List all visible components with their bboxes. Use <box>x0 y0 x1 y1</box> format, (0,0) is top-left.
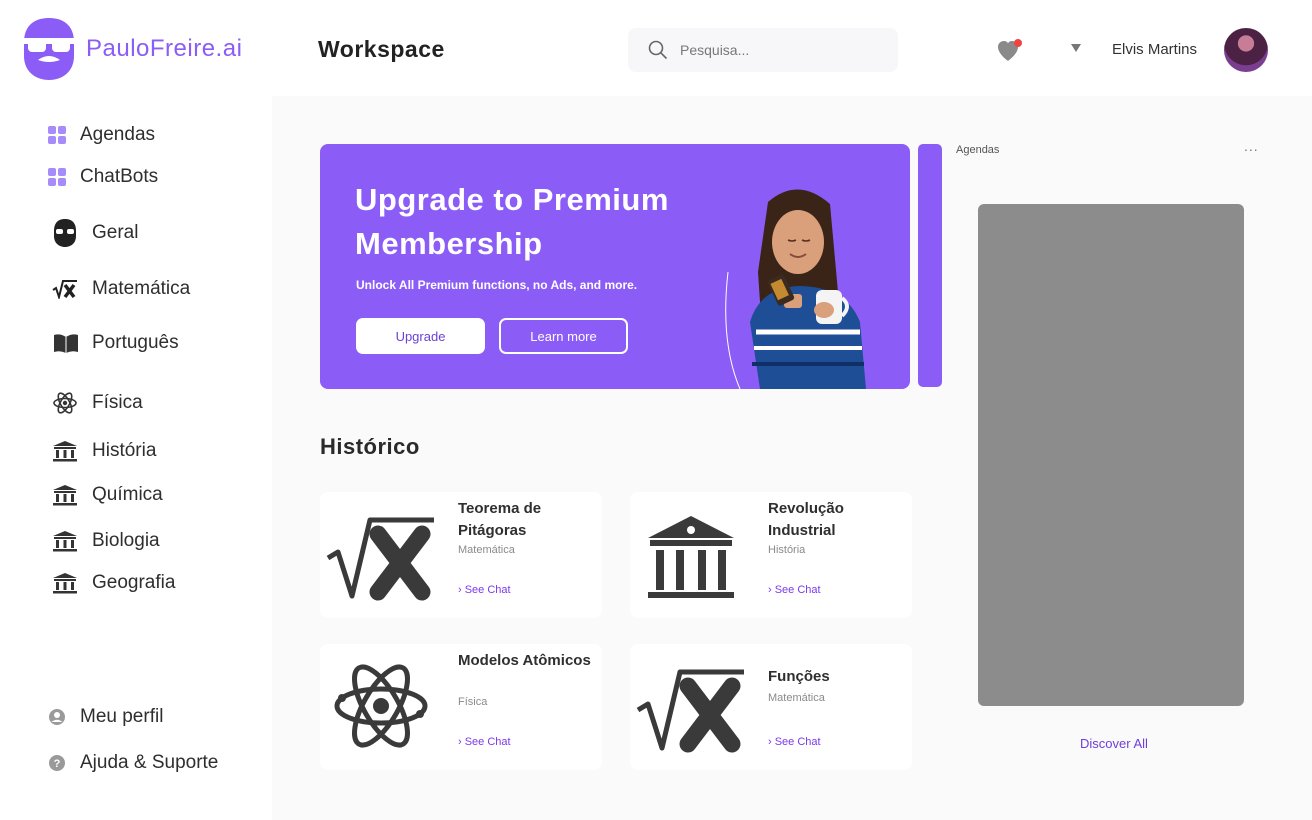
more-options-button[interactable]: ... <box>1244 138 1259 154</box>
sidebar: PauloFreire.ai Agendas ChatBots Geral Ma… <box>0 0 272 820</box>
top-bar: Workspace Elvis Martins <box>272 0 1312 96</box>
page-title: Workspace <box>318 36 445 62</box>
banner-title: Upgrade to Premium Membership <box>355 182 669 261</box>
agendas-placeholder <box>978 204 1244 706</box>
agendas-panel: Agendas ... Discover All <box>954 136 1274 816</box>
history-card-revolucao[interactable]: Revolução Industrial História › See Chat <box>630 492 912 618</box>
user-circle-icon <box>48 708 80 726</box>
see-chat-link[interactable]: › See Chat <box>768 736 821 748</box>
learn-more-button[interactable]: Learn more <box>499 318 628 354</box>
notification-dot <box>1014 39 1022 47</box>
history-card-pitagoras[interactable]: Teorema de Pitágoras Matemática › See Ch… <box>320 492 602 618</box>
help-icon: ? <box>48 754 80 772</box>
brand-logo[interactable]: PauloFreire.ai <box>20 16 242 82</box>
student-illustration <box>725 189 866 389</box>
panel-title: Agendas <box>956 144 1000 156</box>
upgrade-button[interactable]: Upgrade <box>356 318 485 354</box>
sidebar-item-label: História <box>92 440 157 461</box>
brand-name: PauloFreire.ai <box>86 35 243 62</box>
chevron-down-icon[interactable] <box>1070 43 1082 53</box>
favorites-heart-icon[interactable] <box>996 38 1024 64</box>
museum-icon <box>52 530 92 552</box>
avatar[interactable] <box>1224 28 1268 72</box>
sidebar-item-label: Agendas <box>80 124 156 145</box>
see-chat-link[interactable]: › See Chat <box>458 736 511 748</box>
square-root-x-icon <box>326 517 434 601</box>
sidebar-item-matematica[interactable]: Matemática <box>52 278 190 300</box>
museum-icon <box>648 516 734 598</box>
sidebar-item-quimica[interactable]: Química <box>52 484 163 506</box>
card-subject: História <box>768 544 806 556</box>
sidebar-item-label: Matemática <box>92 278 191 299</box>
bearded-face-logo-icon <box>22 18 76 80</box>
main-content: Upgrade to Premium Membership Unlock All… <box>272 96 1312 820</box>
premium-banner: Upgrade to Premium Membership Unlock All… <box>320 144 910 389</box>
sidebar-item-fisica[interactable]: Física <box>52 390 143 416</box>
sidebar-item-label: Português <box>92 332 179 353</box>
sidebar-item-chatbots[interactable]: ChatBots <box>48 166 158 188</box>
grid-icon <box>48 126 80 144</box>
sidebar-item-label: Química <box>92 484 163 505</box>
sidebar-item-biologia[interactable]: Biologia <box>52 530 160 552</box>
sidebar-item-label: Biologia <box>92 530 160 551</box>
museum-icon <box>52 484 92 506</box>
grid-icon <box>48 168 80 186</box>
museum-icon <box>52 440 92 462</box>
history-title: Histórico <box>320 434 420 459</box>
banner-subtitle: Unlock All Premium functions, no Ads, an… <box>356 278 638 292</box>
card-title: Funções <box>768 668 830 685</box>
card-subject: Matemática <box>768 692 825 704</box>
search-box[interactable] <box>628 28 898 72</box>
see-chat-link[interactable]: › See Chat <box>768 584 821 596</box>
book-icon <box>52 332 92 354</box>
sidebar-item-label: Geografia <box>92 572 176 593</box>
square-root-x-icon <box>52 279 92 299</box>
discover-all-link[interactable]: Discover All <box>954 736 1274 751</box>
sidebar-item-label: Física <box>92 392 143 413</box>
card-title: Revolução Industrial <box>768 500 844 539</box>
sidebar-item-label: Meu perfil <box>80 706 164 727</box>
square-root-x-icon <box>636 669 744 753</box>
atom-icon <box>334 664 428 748</box>
history-card-modelos-atomicos[interactable]: Modelos Atômicos Física › See Chat <box>320 644 602 770</box>
card-subject: Física <box>458 696 488 708</box>
sidebar-item-meu-perfil[interactable]: Meu perfil <box>48 706 163 728</box>
bearded-face-icon <box>52 218 92 248</box>
card-title: Modelos Atômicos <box>458 652 591 669</box>
museum-icon <box>52 572 92 594</box>
sidebar-item-historia[interactable]: História <box>52 440 156 462</box>
card-title: Teorema de Pitágoras <box>458 500 542 539</box>
atom-icon <box>52 390 92 416</box>
user-name[interactable]: Elvis Martins <box>1112 41 1197 58</box>
sidebar-item-portugues[interactable]: Português <box>52 332 179 354</box>
sidebar-item-ajuda-suporte[interactable]: ? Ajuda & Suporte <box>48 752 218 774</box>
history-card-funcoes[interactable]: Funções Matemática › See Chat <box>630 644 912 770</box>
sidebar-item-label: Ajuda & Suporte <box>80 752 219 773</box>
sidebar-item-agendas[interactable]: Agendas <box>48 124 155 146</box>
see-chat-link[interactable]: › See Chat <box>458 584 511 596</box>
sidebar-item-geografia[interactable]: Geografia <box>52 572 175 594</box>
search-icon <box>648 40 668 60</box>
sidebar-item-label: ChatBots <box>80 166 159 187</box>
banner-side-tab[interactable] <box>918 144 942 387</box>
card-subject: Matemática <box>458 544 515 556</box>
svg-text:?: ? <box>54 758 61 770</box>
sidebar-item-label: Geral <box>92 222 139 243</box>
sidebar-item-geral[interactable]: Geral <box>52 218 138 248</box>
search-input[interactable] <box>680 42 880 58</box>
